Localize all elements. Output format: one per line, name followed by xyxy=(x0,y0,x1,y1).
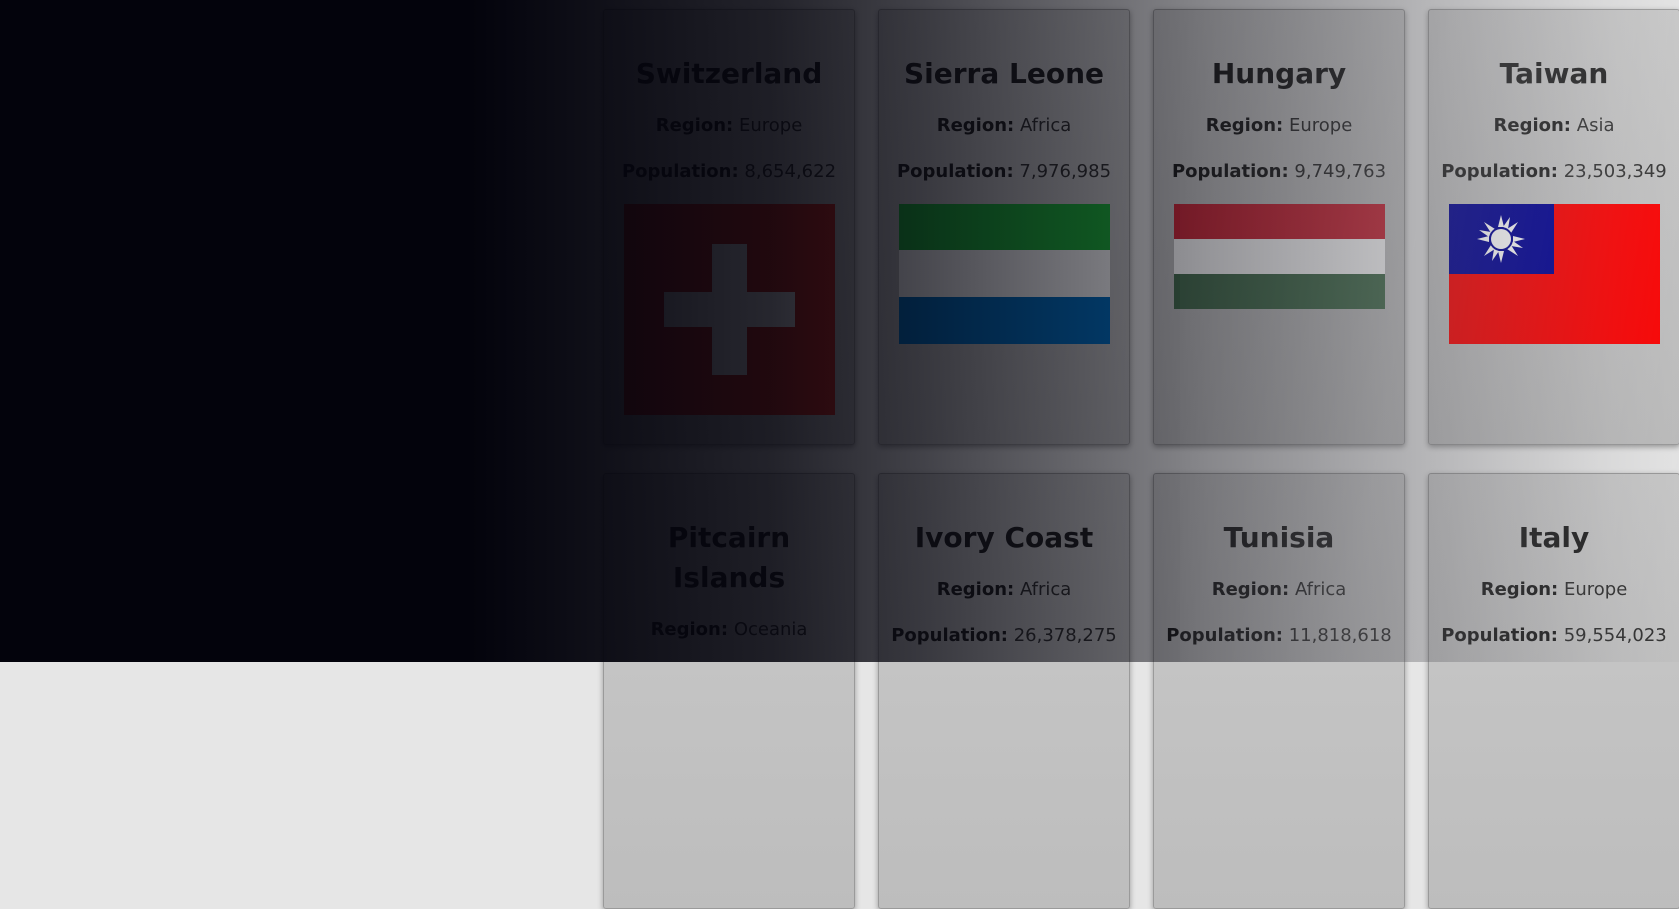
flag-switzerland xyxy=(623,204,835,415)
country-region: Region: Africa xyxy=(1211,579,1347,600)
country-card-taiwan[interactable]: Taiwan Region: Asia Population: 23,503,3… xyxy=(1428,9,1679,445)
country-name: Pitcairn Islands xyxy=(667,521,791,594)
country-region: Region: Europe xyxy=(1205,115,1353,136)
country-card-italy[interactable]: Italy Region: Europe Population: 59,554,… xyxy=(1428,473,1679,909)
country-name: Hungary xyxy=(1211,57,1347,90)
country-region: Region: Oceania xyxy=(650,619,808,640)
flag-sierra-leone xyxy=(898,204,1110,344)
country-grid: Switzerland Region: Europe Population: 8… xyxy=(0,0,1679,909)
country-population: Population: 59,554,023 xyxy=(1441,625,1667,646)
country-card-ivory-coast[interactable]: Ivory Coast Region: Africa Population: 2… xyxy=(878,473,1130,909)
flag-hungary xyxy=(1173,204,1385,309)
country-population: Population: 23,503,349 xyxy=(1441,161,1667,182)
country-name: Taiwan xyxy=(1499,57,1609,90)
country-region: Region: Africa xyxy=(936,579,1072,600)
country-name: Tunisia xyxy=(1223,521,1335,554)
country-region: Region: Africa xyxy=(936,115,1072,136)
country-name: Italy xyxy=(1518,521,1590,554)
country-name: Ivory Coast xyxy=(914,521,1094,554)
country-card-sierra-leone[interactable]: Sierra Leone Region: Africa Population: … xyxy=(878,9,1130,445)
country-population: Population: 7,976,985 xyxy=(896,161,1112,182)
sun-icon xyxy=(1476,215,1525,263)
country-population: Population: 11,818,618 xyxy=(1166,625,1392,646)
country-population: Population: 8,654,622 xyxy=(621,161,837,182)
country-name: Switzerland xyxy=(635,57,823,90)
country-card-tunisia[interactable]: Tunisia Region: Africa Population: 11,81… xyxy=(1153,473,1405,909)
country-region: Region: Asia xyxy=(1493,115,1615,136)
country-name: Sierra Leone xyxy=(903,57,1104,90)
country-card-hungary[interactable]: Hungary Region: Europe Population: 9,749… xyxy=(1153,9,1405,445)
country-population: Population: 26,378,275 xyxy=(891,625,1117,646)
country-card-pitcairn-islands[interactable]: Pitcairn Islands Region: Oceania xyxy=(603,473,855,909)
country-region: Region: Europe xyxy=(655,115,803,136)
flag-taiwan xyxy=(1448,204,1660,344)
country-population: Population: 9,749,763 xyxy=(1171,161,1387,182)
country-card-switzerland[interactable]: Switzerland Region: Europe Population: 8… xyxy=(603,9,855,445)
country-region: Region: Europe xyxy=(1480,579,1628,600)
